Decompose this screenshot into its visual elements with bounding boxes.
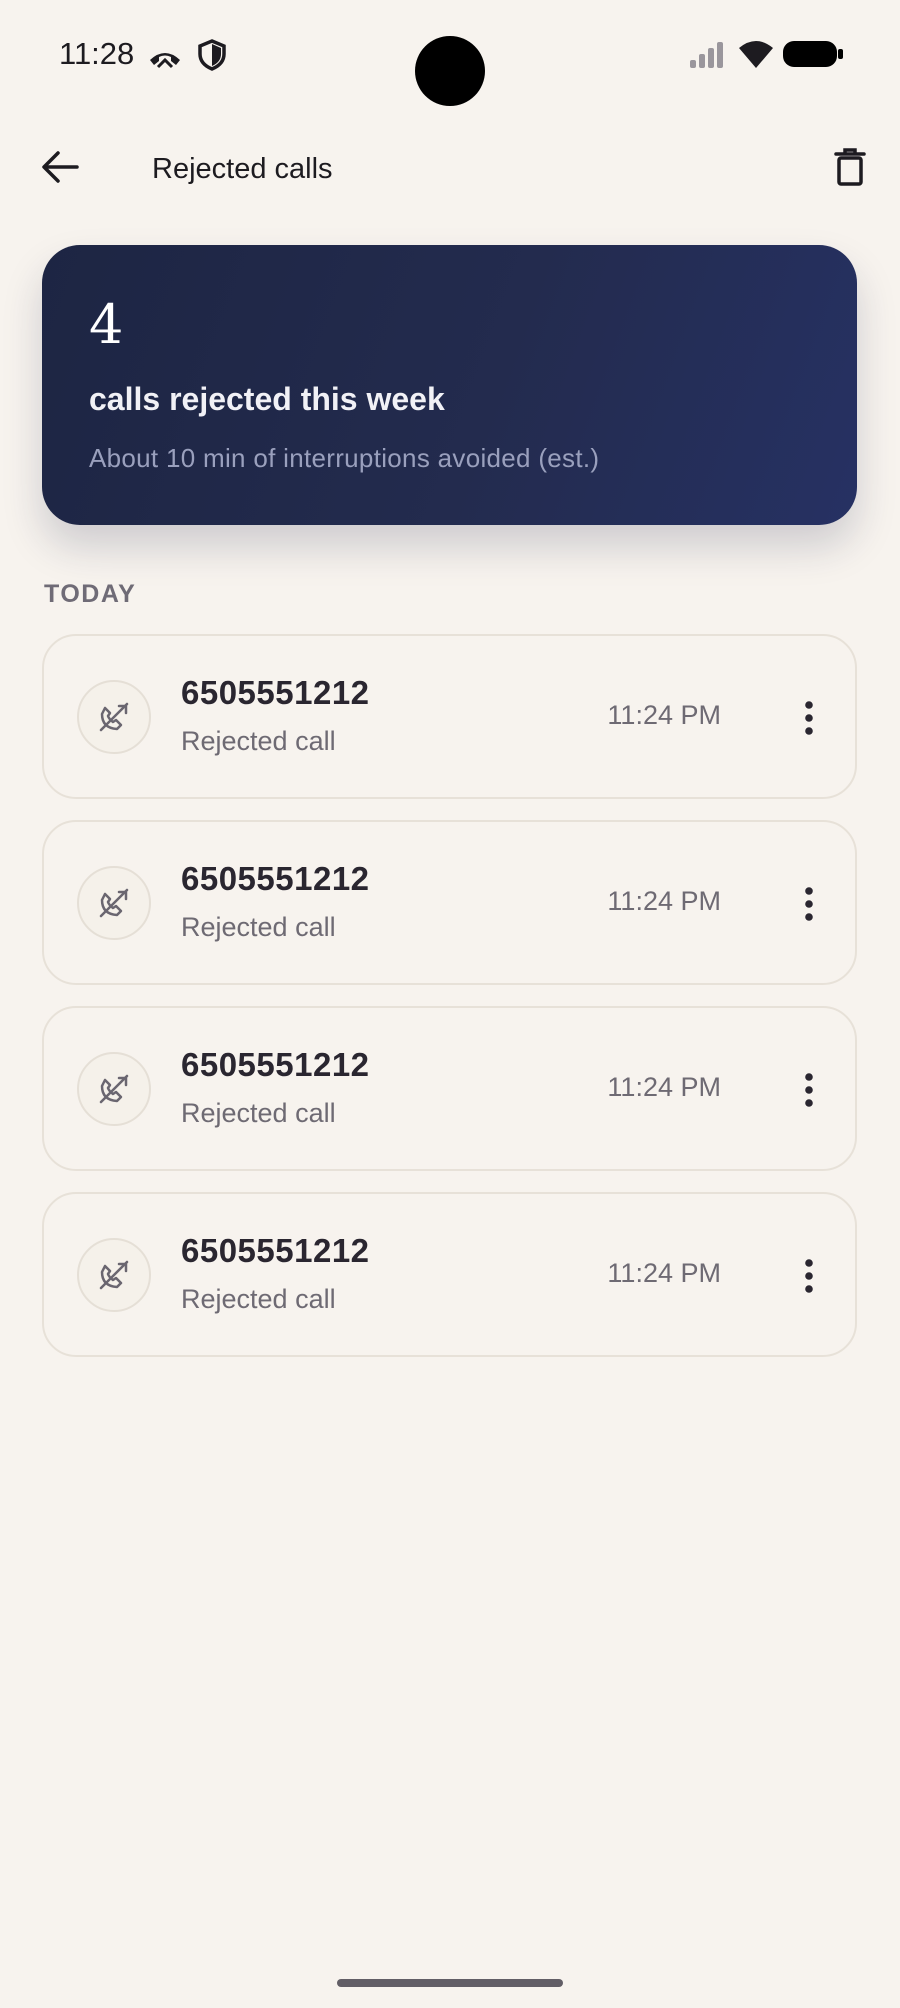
rejected-count: 4 [89,293,124,356]
app-bar: Rejected calls [0,125,900,215]
status-bar: 11:28 [0,0,900,110]
arrow-left-icon [42,151,79,183]
rejected-call-list: 6505551212 Rejected call 11:24 PM 650555… [42,634,857,1378]
missed-call-icon [150,53,180,69]
status-time: 11:28 [59,36,135,71]
call-time: 11:24 PM [607,700,721,730]
call-avatar [77,1052,151,1126]
call-more-options-button[interactable] [784,1060,834,1120]
call-more-options-button[interactable] [784,688,834,748]
weekly-summary-card: 4 calls rejected this week About 10 min … [42,245,857,525]
call-rejected-icon [99,702,129,732]
home-indicator[interactable] [337,1979,563,1987]
call-status: Rejected call [181,1098,336,1128]
call-more-options-button[interactable] [784,874,834,934]
call-status: Rejected call [181,726,336,756]
call-list-item[interactable]: 6505551212 Rejected call 11:24 PM [42,1192,857,1357]
caller-number: 6505551212 [181,1046,370,1083]
call-time: 11:24 PM [607,1072,721,1102]
rejected-calls-screen: 11:28 Rejected calls 4 calls rejected th… [0,0,900,2008]
call-more-options-button[interactable] [784,1246,834,1306]
section-header-today: TODAY [44,580,137,608]
call-list-item[interactable]: 6505551212 Rejected call 11:24 PM [42,820,857,985]
back-button[interactable] [30,137,90,197]
caller-number: 6505551212 [181,860,370,897]
call-avatar [77,1238,151,1312]
more-vertical-icon [805,1073,813,1107]
more-vertical-icon [805,887,813,921]
call-rejected-icon [99,1260,129,1290]
summary-subtitle: About 10 min of interruptions avoided (e… [89,443,600,473]
battery-icon [783,41,843,67]
shield-icon [198,39,226,71]
more-vertical-icon [805,1259,813,1293]
caller-number: 6505551212 [181,1232,370,1269]
summary-label: calls rejected this week [89,381,445,417]
call-rejected-icon [99,888,129,918]
signal-icon [690,42,723,68]
call-avatar [77,866,151,940]
call-list-item[interactable]: 6505551212 Rejected call 11:24 PM [42,634,857,799]
camera-cutout [415,36,485,106]
trash-icon [834,148,866,186]
wifi-icon [739,41,773,68]
more-vertical-icon [805,701,813,735]
call-time: 11:24 PM [607,1258,721,1288]
call-rejected-icon [99,1074,129,1104]
call-time: 11:24 PM [607,886,721,916]
page-title: Rejected calls [152,153,333,185]
call-status: Rejected call [181,912,336,942]
delete-all-button[interactable] [820,137,880,197]
call-status: Rejected call [181,1284,336,1314]
caller-number: 6505551212 [181,674,370,711]
call-list-item[interactable]: 6505551212 Rejected call 11:24 PM [42,1006,857,1171]
call-avatar [77,680,151,754]
